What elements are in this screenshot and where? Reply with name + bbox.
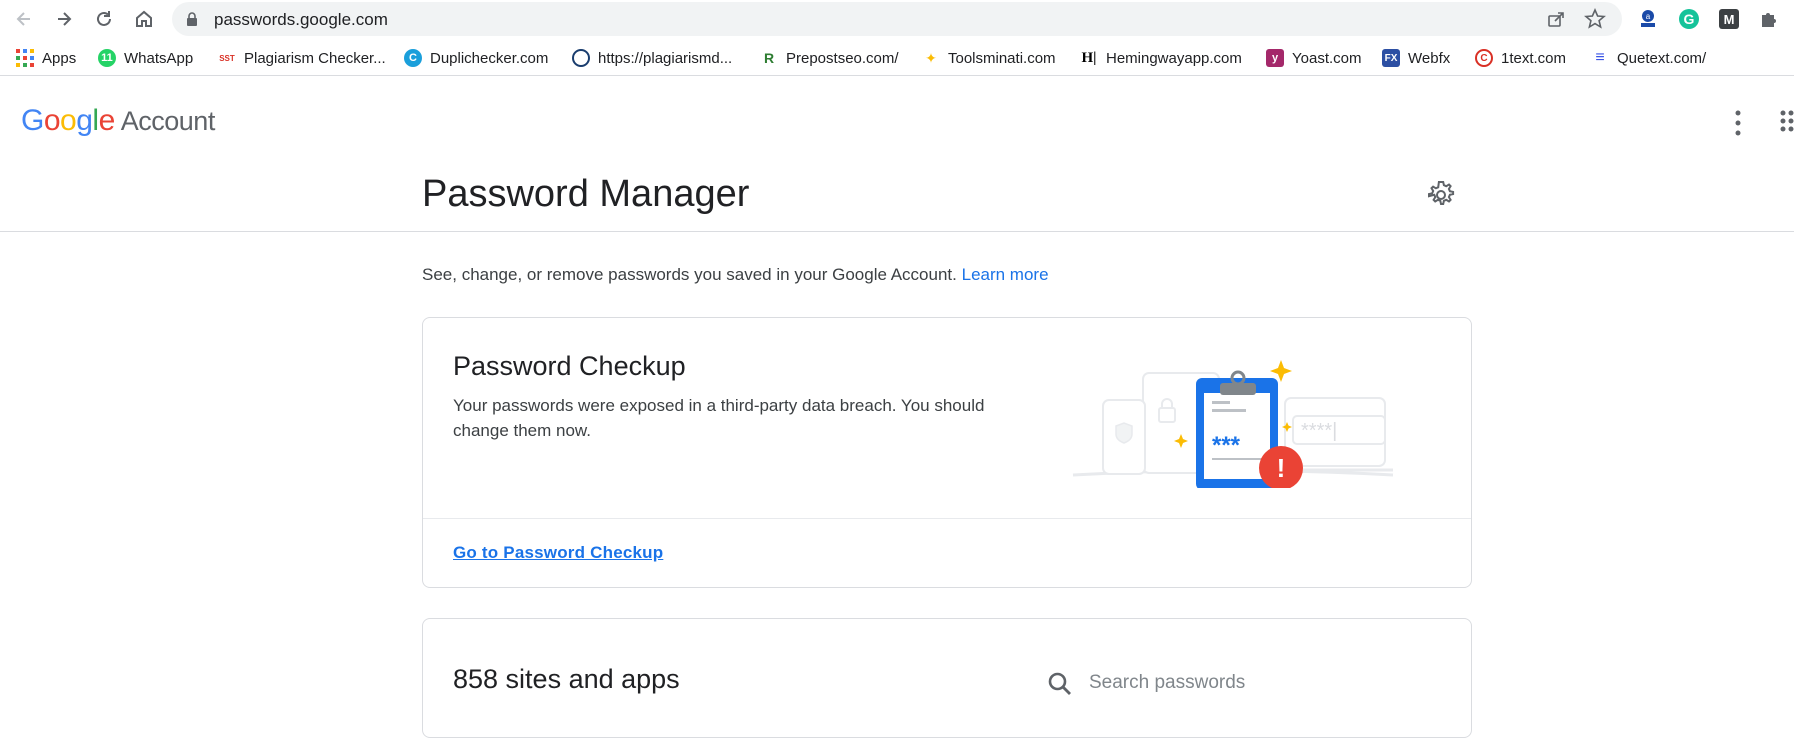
bookmark-label: Duplichecker.com: [430, 49, 549, 67]
forward-button[interactable]: [50, 5, 78, 33]
duplichecker-icon: C: [404, 49, 422, 67]
settings-gear-icon[interactable]: [1426, 179, 1456, 209]
account-wordmark: Account: [120, 106, 216, 136]
extension-m-button[interactable]: M: [1717, 7, 1741, 31]
yoast-icon: y: [1266, 49, 1284, 67]
bookmark-label: Yoast.com: [1292, 49, 1362, 67]
page-description: See, change, or remove passwords you sav…: [422, 265, 1049, 285]
svg-text:G: G: [1684, 11, 1695, 27]
card-divider: [423, 518, 1471, 519]
bookmark-yoast[interactable]: y Yoast.com: [1266, 47, 1362, 69]
home-button[interactable]: [130, 5, 158, 33]
reload-button[interactable]: [90, 5, 118, 33]
saved-passwords-card: 858 sites and apps: [422, 618, 1472, 738]
bookmark-label: 1text.com: [1501, 49, 1567, 67]
password-checkup-illustration: ****| *** !: [1072, 360, 1394, 488]
saved-count-title: 858 sites and apps: [453, 664, 680, 694]
bookmark-star-icon[interactable]: [1584, 8, 1606, 30]
more-options-icon[interactable]: [1726, 104, 1750, 144]
bookmark-label: Prepostseo.com/: [786, 49, 899, 67]
page-title: Password Manager: [422, 173, 750, 215]
bookmark-label: Webfx: [1408, 49, 1451, 67]
toolsminati-icon: ✦: [925, 49, 937, 66]
extensions-menu-button[interactable]: [1757, 7, 1781, 31]
bookmark-label: Plagiarism Checker...: [244, 49, 386, 67]
bookmark-toolsminati[interactable]: ✦ Toolsminati.com: [922, 47, 1056, 69]
hemingway-icon: H|: [1081, 49, 1097, 66]
bookmark-label: Apps: [42, 49, 77, 67]
apps-grid-icon: [16, 49, 34, 67]
svg-text:a: a: [1646, 12, 1651, 21]
extension-grammarly-button[interactable]: G: [1677, 7, 1701, 31]
webfx-icon: FX: [1382, 49, 1400, 67]
bookmark-duplichecker[interactable]: C Duplichecker.com: [404, 47, 548, 69]
bookmark-plagiarism-checker[interactable]: SST Plagiarism Checker...: [218, 47, 386, 69]
back-button[interactable]: [10, 5, 38, 33]
1text-icon: C: [1475, 49, 1493, 67]
share-icon[interactable]: [1546, 9, 1566, 29]
bookmark-label: Toolsminati.com: [948, 49, 1056, 67]
google-logo-letter: g: [76, 104, 93, 137]
whatsapp-icon: 11: [98, 49, 116, 67]
bookmarks-bar: Apps 11 WhatsApp SST Plagiarism Checker.…: [0, 40, 1794, 76]
google-logo-letter: e: [98, 104, 116, 137]
bookmark-label: WhatsApp: [124, 49, 194, 67]
bookmark-label: https://plagiarismd...: [598, 49, 733, 67]
account-header: Google Account: [0, 82, 1794, 162]
forward-arrow-icon: [58, 12, 72, 26]
bookmark-prepostseo[interactable]: R Prepostseo.com/: [760, 47, 899, 69]
description-text: See, change, or remove passwords you sav…: [422, 265, 957, 284]
back-arrow-icon: [16, 12, 30, 26]
google-apps-icon[interactable]: [1780, 110, 1794, 136]
google-logo-letter: G: [21, 104, 44, 137]
bookmark-hemingway[interactable]: H| Hemingwayapp.com: [1080, 47, 1242, 69]
google-logo-letter: o: [60, 104, 77, 137]
reload-icon: [97, 11, 111, 26]
google-logo-wordmark: Google: [21, 104, 115, 137]
search-passwords-input[interactable]: [1089, 667, 1419, 699]
bookmark-1text[interactable]: C 1text.com: [1475, 47, 1566, 69]
address-bar[interactable]: passwords.google.com: [172, 2, 1622, 36]
search-icon[interactable]: [1047, 671, 1073, 697]
home-icon: [136, 10, 152, 27]
bookmark-label: Hemingwayapp.com: [1106, 49, 1242, 67]
prepostseo-icon: R: [763, 50, 775, 66]
go-to-password-checkup-link[interactable]: Go to Password Checkup: [453, 543, 663, 563]
illustration-alert: !: [1277, 453, 1286, 483]
learn-more-link[interactable]: Learn more: [962, 265, 1049, 284]
extension-badge-icon: a: [1641, 10, 1655, 27]
bookmark-webfx[interactable]: FX Webfx: [1382, 47, 1450, 69]
header-divider: [0, 231, 1794, 232]
illustration-stars: ***: [1212, 432, 1241, 459]
google-account-logo[interactable]: Google Account: [21, 104, 215, 138]
lock-icon: [187, 12, 197, 26]
sst-icon: SST: [219, 53, 235, 63]
browser-toolbar: passwords.google.com a G M: [0, 0, 1794, 38]
svg-text:M: M: [1724, 12, 1735, 27]
google-logo-letter: o: [43, 104, 61, 137]
bookmark-label: Quetext.com/: [1617, 49, 1707, 67]
m-extension-icon: M: [1719, 9, 1739, 29]
password-checkup-card: Password Checkup Your passwords were exp…: [422, 317, 1472, 588]
grammarly-icon: G: [1679, 9, 1699, 29]
bookmark-whatsapp[interactable]: 11 WhatsApp: [98, 47, 193, 69]
plagiarismdetector-icon: [572, 49, 590, 67]
bookmark-plagiarismdetector[interactable]: https://plagiarismd...: [572, 47, 732, 69]
quetext-icon: ≡: [1595, 49, 1605, 66]
extension-plagiarism-button[interactable]: a: [1636, 7, 1660, 31]
illustration-masked-password: ****|: [1301, 420, 1337, 442]
bookmark-apps[interactable]: Apps: [16, 47, 76, 69]
puzzle-icon: [1762, 13, 1776, 27]
url-text: passwords.google.com: [214, 10, 388, 29]
checkup-title: Password Checkup: [453, 351, 686, 381]
checkup-message: Your passwords were exposed in a third-p…: [453, 396, 985, 440]
bookmark-quetext[interactable]: ≡ Quetext.com/: [1591, 47, 1706, 69]
